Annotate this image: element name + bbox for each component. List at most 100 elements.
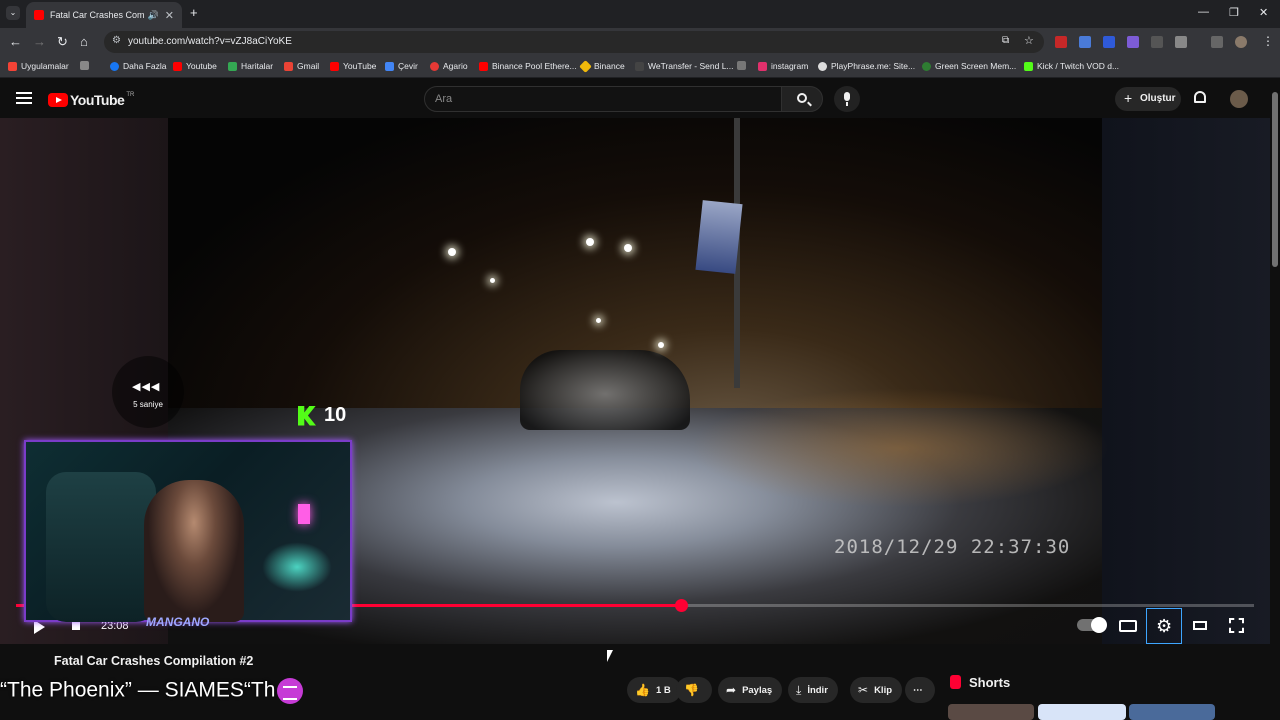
bookmark-item[interactable]: Binance Pool Ethere... bbox=[479, 61, 577, 71]
dislike-button[interactable]: 👎 bbox=[676, 677, 712, 703]
thumbs-down-icon: 👎 bbox=[684, 683, 699, 697]
share-icon: ➦ bbox=[726, 683, 737, 697]
youtube-icon bbox=[173, 61, 182, 71]
street-lamp bbox=[658, 342, 664, 348]
forward-button[interactable]: → bbox=[33, 34, 46, 49]
wetransfer-icon bbox=[635, 61, 644, 71]
close-window-button[interactable]: ✕ bbox=[1259, 6, 1268, 19]
bookmark-item[interactable]: Daha Fazla bbox=[110, 61, 166, 71]
play-button[interactable] bbox=[34, 620, 45, 634]
video-player[interactable]: 2018/12/29 22:37:30 10 ◀◀◀ 5 saniye 23:0… bbox=[0, 118, 1270, 644]
bookmark-item[interactable]: YouTube bbox=[330, 61, 376, 71]
bookmark-item[interactable]: WeTransfer - Send L... bbox=[635, 61, 734, 71]
minimize-button[interactable]: — bbox=[1198, 6, 1209, 18]
kick-logo-icon bbox=[298, 405, 316, 426]
share-button[interactable]: ➦ Paylaş bbox=[718, 677, 783, 703]
page-scrollbar[interactable] bbox=[1270, 80, 1280, 720]
reload-button[interactable]: ↻ bbox=[57, 34, 68, 50]
youtube-wordmark: YouTube bbox=[70, 92, 125, 108]
playphrase-icon bbox=[818, 61, 827, 71]
install-icon[interactable]: ⧉ bbox=[1002, 35, 1009, 46]
search-button[interactable] bbox=[781, 86, 823, 112]
extension-icon[interactable] bbox=[1055, 36, 1067, 48]
bookmark-item[interactable]: Agario bbox=[430, 61, 468, 71]
street-lamp bbox=[624, 244, 632, 252]
new-tab-button[interactable]: + bbox=[190, 5, 198, 20]
extension-icon[interactable] bbox=[1127, 36, 1139, 48]
bookmark-grid[interactable] bbox=[80, 61, 93, 70]
settings-button[interactable]: ⚙ bbox=[1146, 608, 1182, 644]
autoplay-toggle[interactable] bbox=[1077, 617, 1107, 633]
youtube-icon bbox=[479, 61, 488, 71]
tab-title: Fatal Car Crashes Compilation bbox=[50, 10, 144, 20]
browser-tab[interactable]: Fatal Car Crashes Compilation 🔊 ✕ bbox=[26, 2, 182, 28]
agario-icon bbox=[430, 61, 439, 71]
bookmark-item[interactable]: Binance bbox=[579, 59, 625, 73]
dashcam-timestamp: 2018/12/29 22:37:30 bbox=[834, 536, 1071, 558]
restore-button[interactable]: ❐ bbox=[1229, 6, 1239, 19]
bookmark-item[interactable]: Haritalar bbox=[228, 61, 273, 71]
bookmark-item[interactable]: instagram bbox=[758, 61, 808, 71]
like-button[interactable]: 👍 1 B bbox=[627, 677, 681, 703]
kick-count: 10 bbox=[324, 404, 347, 426]
notifications-bell-icon[interactable] bbox=[1194, 91, 1206, 103]
speaker-icon[interactable]: 🔊 bbox=[148, 10, 159, 21]
bookmark-item[interactable]: Çevir bbox=[385, 61, 418, 71]
bookmark-star-icon[interactable]: ☆ bbox=[1024, 34, 1034, 47]
thumbs-up-icon: 👍 bbox=[635, 683, 650, 697]
theater-mode-button[interactable] bbox=[1193, 621, 1207, 630]
bookmark-item[interactable]: Green Screen Mem... bbox=[922, 61, 1016, 71]
site-info-icon[interactable]: ⚙ bbox=[112, 35, 121, 46]
bookmark-apps[interactable]: Uygulamalar bbox=[8, 61, 69, 71]
scissors-icon: ✂ bbox=[858, 683, 869, 697]
gaming-chair bbox=[46, 472, 156, 622]
menu-hamburger-icon[interactable] bbox=[16, 92, 32, 104]
green-screen-icon bbox=[922, 61, 931, 71]
scrollbar-thumb[interactable] bbox=[1272, 92, 1278, 267]
profile-avatar-icon[interactable] bbox=[1235, 36, 1247, 48]
extension-icon[interactable] bbox=[1151, 36, 1163, 48]
rewind-arrows-icon: ◀◀◀ bbox=[132, 381, 161, 393]
create-button[interactable]: + Oluştur bbox=[1115, 87, 1181, 111]
account-avatar[interactable] bbox=[1230, 90, 1248, 108]
gear-icon: ⚙ bbox=[1156, 616, 1173, 636]
close-tab-icon[interactable]: ✕ bbox=[165, 9, 174, 22]
youtube-logo[interactable]: YouTube TR bbox=[48, 92, 134, 108]
tab-search-button[interactable]: ⌄ bbox=[6, 6, 20, 20]
back-button[interactable]: ← bbox=[9, 34, 22, 49]
country-code: TR bbox=[126, 92, 135, 98]
volume-icon[interactable] bbox=[72, 622, 80, 630]
bookmark-item[interactable]: PlayPhrase.me: Site... bbox=[818, 61, 915, 71]
address-bar[interactable]: ⚙ youtube.com/watch?v=vZJ8aCiYoKE ⧉ ☆ bbox=[104, 31, 1044, 53]
subtitles-button[interactable] bbox=[1119, 620, 1137, 632]
scrubber-handle[interactable] bbox=[674, 599, 688, 612]
shorts-heading: Shorts bbox=[969, 675, 1011, 690]
search-input[interactable]: Ara bbox=[424, 86, 782, 112]
shorts-thumbnail[interactable] bbox=[1129, 704, 1215, 720]
rewind-indicator: ◀◀◀ 5 saniye bbox=[112, 356, 184, 428]
webcam-name: MANGANO bbox=[146, 615, 210, 629]
shorts-thumbnail[interactable] bbox=[1038, 704, 1126, 720]
bookmark-item[interactable]: Youtube bbox=[173, 61, 217, 71]
media-control-icon[interactable] bbox=[1211, 36, 1223, 48]
extension-icon[interactable] bbox=[1103, 36, 1115, 48]
chrome-menu-icon[interactable]: ⋮ bbox=[1262, 34, 1274, 48]
voice-search-icon[interactable] bbox=[834, 86, 860, 112]
bookmark-item[interactable] bbox=[737, 61, 750, 70]
shorts-thumbnail[interactable] bbox=[948, 704, 1034, 720]
now-playing-text: “The Phoenix” — SIAMES“Th bbox=[0, 678, 276, 702]
more-actions-button[interactable]: ⋯ bbox=[905, 677, 935, 703]
bookmark-item[interactable]: Kick / Twitch VOD d... bbox=[1024, 61, 1119, 71]
clip-button[interactable]: ✂ Klip bbox=[850, 677, 903, 703]
bookmark-item[interactable]: Gmail bbox=[284, 61, 319, 71]
video-light-glow bbox=[690, 388, 1110, 508]
ambient-right bbox=[1102, 118, 1270, 644]
maps-icon bbox=[228, 61, 237, 71]
youtube-icon bbox=[330, 61, 339, 71]
video-wrecked-car bbox=[520, 350, 690, 430]
translate-extension-icon[interactable] bbox=[1079, 36, 1091, 48]
extensions-puzzle-icon[interactable] bbox=[1175, 36, 1187, 48]
home-button[interactable]: ⌂ bbox=[80, 34, 88, 49]
binance-icon bbox=[579, 59, 592, 73]
download-button[interactable]: ⤓ İndir bbox=[788, 677, 838, 703]
